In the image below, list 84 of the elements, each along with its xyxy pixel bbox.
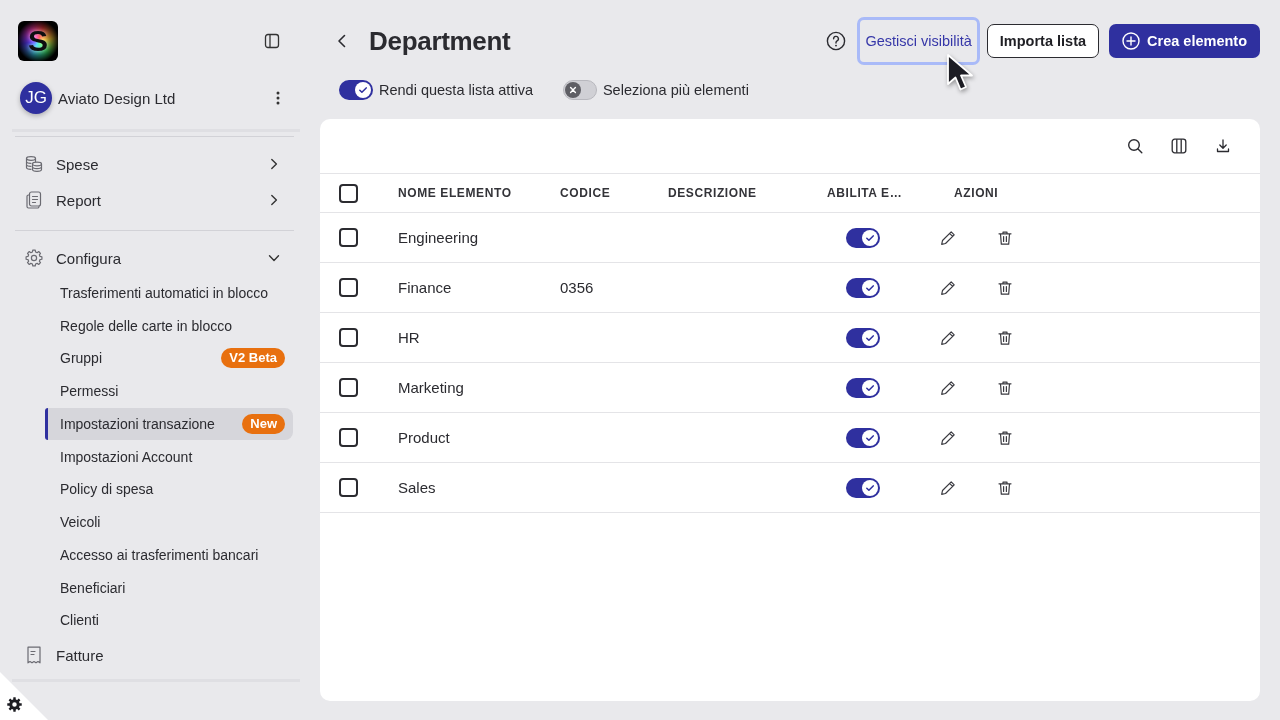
trash-icon[interactable]	[997, 329, 1013, 346]
table-cell: HR	[398, 329, 420, 346]
search-icon[interactable]	[1127, 138, 1143, 154]
coins-icon	[25, 155, 43, 173]
checkbox[interactable]	[339, 478, 358, 497]
sub-nav-item[interactable]: Veicoli	[45, 506, 293, 538]
toggle-switch[interactable]	[846, 227, 880, 248]
toggle-switch[interactable]	[846, 377, 880, 398]
x-icon	[564, 82, 581, 98]
trash-icon[interactable]	[997, 379, 1013, 396]
check-icon	[862, 279, 878, 296]
table-cell: Marketing	[398, 379, 464, 396]
settings-icon	[7, 697, 22, 712]
panel-icon[interactable]	[264, 33, 280, 49]
plus-icon	[1122, 32, 1141, 50]
badge: V2 Beta	[221, 348, 285, 369]
sub-nav-item[interactable]: Trasferimenti automatici in blocco	[45, 276, 293, 309]
toggle-switch[interactable]	[846, 327, 880, 348]
switch-label: Seleziona più elementi	[602, 82, 749, 98]
check-icon	[862, 229, 878, 246]
pencil-icon[interactable]	[940, 279, 956, 296]
table-cell: Sales	[398, 479, 436, 496]
checkbox[interactable]	[339, 428, 358, 447]
toggle-switch[interactable]	[846, 427, 880, 448]
nav-item[interactable]: Report	[12, 182, 300, 218]
page-title: Department	[369, 25, 511, 57]
sub-nav-item[interactable]: Clienti	[45, 604, 293, 637]
column-header: CODICE	[560, 186, 611, 200]
settings-icon	[25, 249, 43, 267]
checkbox[interactable]	[339, 328, 358, 347]
check-icon	[862, 329, 878, 346]
toggle-switch[interactable]	[846, 277, 880, 298]
receipt-icon	[25, 646, 43, 664]
table-cell: Finance	[398, 279, 452, 296]
pencil-icon[interactable]	[940, 329, 956, 346]
pencil-icon[interactable]	[940, 379, 956, 396]
sub-nav-item[interactable]: Permessi	[45, 375, 293, 407]
sub-nav-item[interactable]: Impostazioni transazione New	[45, 407, 293, 440]
sub-nav-item[interactable]: Beneficiari	[45, 571, 293, 604]
account-name[interactable]: Aviato Design Ltd	[58, 89, 276, 107]
column-header: NOME ELEMENTO	[398, 186, 512, 200]
check-icon	[862, 429, 878, 446]
table-cell: 0356	[560, 279, 594, 296]
toggle-switch[interactable]	[846, 477, 880, 498]
create-button[interactable]: Crea elemento	[1109, 24, 1260, 58]
check-icon	[355, 82, 371, 98]
trash-icon[interactable]	[997, 479, 1013, 496]
app-logo[interactable]: S	[18, 21, 58, 61]
trash-icon[interactable]	[997, 429, 1013, 446]
sub-nav-item[interactable]: Accesso ai trasferimenti bancari	[45, 538, 293, 571]
toggle-switch[interactable]	[339, 80, 373, 100]
sub-nav-item[interactable]: Policy di spesa	[45, 473, 293, 506]
trash-icon[interactable]	[997, 229, 1013, 246]
pencil-icon[interactable]	[940, 429, 956, 446]
nav-item[interactable]: Spese	[12, 146, 300, 182]
trash-icon[interactable]	[997, 279, 1013, 296]
columns-icon[interactable]	[1171, 138, 1187, 154]
checkbox[interactable]	[339, 183, 358, 203]
checkbox[interactable]	[339, 228, 358, 247]
kebab-menu-icon[interactable]	[276, 91, 280, 105]
checkbox[interactable]	[339, 278, 358, 297]
document-icon	[25, 191, 43, 209]
table-cell: Product	[398, 429, 450, 446]
import-button[interactable]: Importa lista	[986, 24, 1100, 58]
column-header: AZIONI	[954, 186, 999, 200]
nav-item[interactable]: Fatture	[12, 637, 300, 673]
checkbox[interactable]	[339, 378, 358, 397]
column-header: ABILITA E…	[827, 186, 903, 200]
download-icon[interactable]	[1215, 138, 1231, 154]
column-header: DESCRIZIONE	[668, 186, 757, 200]
check-icon	[862, 479, 878, 496]
pencil-icon[interactable]	[940, 479, 956, 496]
avatar: JG	[20, 82, 52, 114]
sub-nav-item[interactable]: Impostazioni Account	[45, 440, 293, 473]
nav-item[interactable]: Configura	[12, 240, 300, 276]
sub-nav-item[interactable]: Regole delle carte in blocco	[45, 309, 293, 342]
help-icon[interactable]	[826, 31, 847, 51]
badge: New	[242, 413, 285, 434]
pencil-icon[interactable]	[940, 229, 956, 246]
check-icon	[862, 379, 878, 396]
sub-nav-item[interactable]: Gruppi V2 Beta	[45, 342, 293, 375]
toggle-switch[interactable]	[562, 80, 597, 100]
switch-label: Rendi questa lista attiva	[379, 82, 533, 98]
table-cell: Engineering	[398, 229, 479, 246]
